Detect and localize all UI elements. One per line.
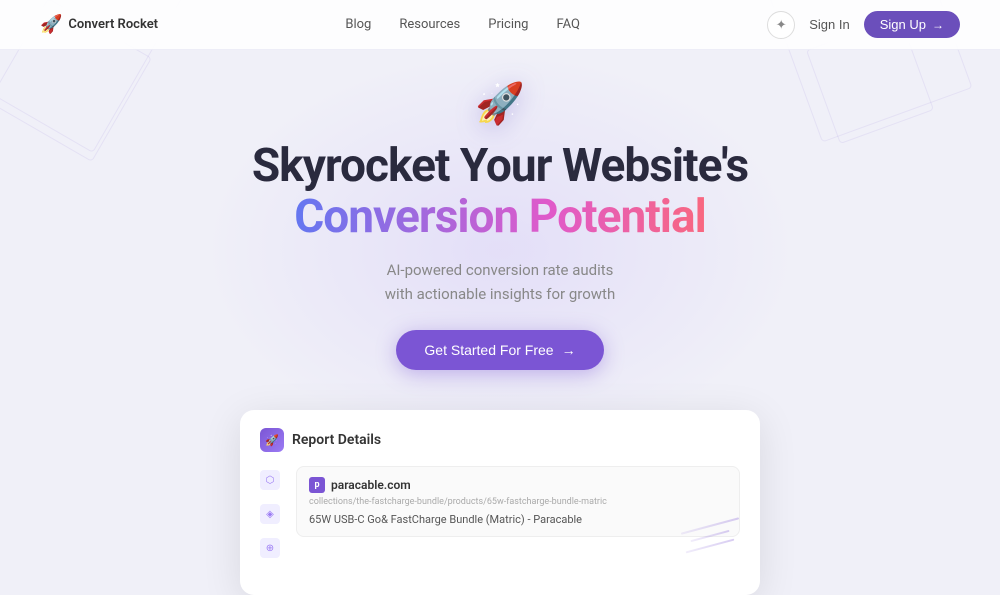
- hero-title-line2: Conversion Potential: [252, 192, 748, 243]
- url-card-header: p paracable.com: [309, 477, 727, 493]
- nav-actions: ✦ Sign In Sign Up →: [767, 11, 960, 39]
- nav-resources[interactable]: Resources: [399, 17, 460, 32]
- sidebar-icon-2: ◈: [260, 504, 280, 524]
- logo-text: Convert Rocket: [68, 17, 158, 32]
- sun-icon: ✦: [776, 17, 787, 33]
- sidebar-icon-3: ⊕: [260, 538, 280, 558]
- report-title: Report Details: [292, 432, 381, 448]
- decoration: [660, 515, 740, 575]
- cta-label: Get Started For Free: [424, 342, 553, 358]
- report-content: ⬡ ◈ ⊕ p paracable.com collections/the-fa…: [260, 466, 740, 558]
- sign-up-arrow: →: [932, 18, 944, 32]
- hero-subtitle: AI-powered conversion rate audits with a…: [385, 258, 615, 306]
- hero-section: 🚀 Skyrocket Your Website's Conversion Po…: [0, 50, 1000, 410]
- url-p-icon: p: [309, 477, 325, 493]
- cta-button[interactable]: Get Started For Free →: [396, 330, 603, 370]
- sidebar-icon-1: ⬡: [260, 470, 280, 490]
- report-header: 🚀 Report Details: [260, 428, 740, 452]
- nav-blog[interactable]: Blog: [345, 17, 371, 32]
- cta-arrow-icon: →: [562, 342, 576, 358]
- url-path: collections/the-fastcharge-bundle/produc…: [309, 497, 727, 507]
- sign-up-label: Sign Up: [880, 17, 926, 32]
- sidebar-icons: ⬡ ◈ ⊕: [260, 466, 280, 558]
- logo-icon: 🚀: [40, 14, 62, 35]
- nav-faq[interactable]: FAQ: [556, 17, 579, 32]
- hero-title-line1: Skyrocket Your Website's: [252, 141, 748, 192]
- hero-rocket-icon: 🚀: [475, 80, 525, 127]
- nav-links: Blog Resources Pricing FAQ: [345, 17, 580, 32]
- theme-toggle-button[interactable]: ✦: [767, 11, 795, 39]
- nav-pricing[interactable]: Pricing: [488, 17, 528, 32]
- sign-up-button[interactable]: Sign Up →: [864, 11, 960, 38]
- sign-in-button[interactable]: Sign In: [809, 17, 849, 32]
- url-domain: paracable.com: [331, 478, 411, 492]
- dashboard-preview: 🚀 Report Details ⬡ ◈ ⊕ p paracable.com c…: [240, 410, 760, 595]
- navbar: 🚀 Convert Rocket Blog Resources Pricing …: [0, 0, 1000, 50]
- report-icon: 🚀: [260, 428, 284, 452]
- logo[interactable]: 🚀 Convert Rocket: [40, 14, 158, 35]
